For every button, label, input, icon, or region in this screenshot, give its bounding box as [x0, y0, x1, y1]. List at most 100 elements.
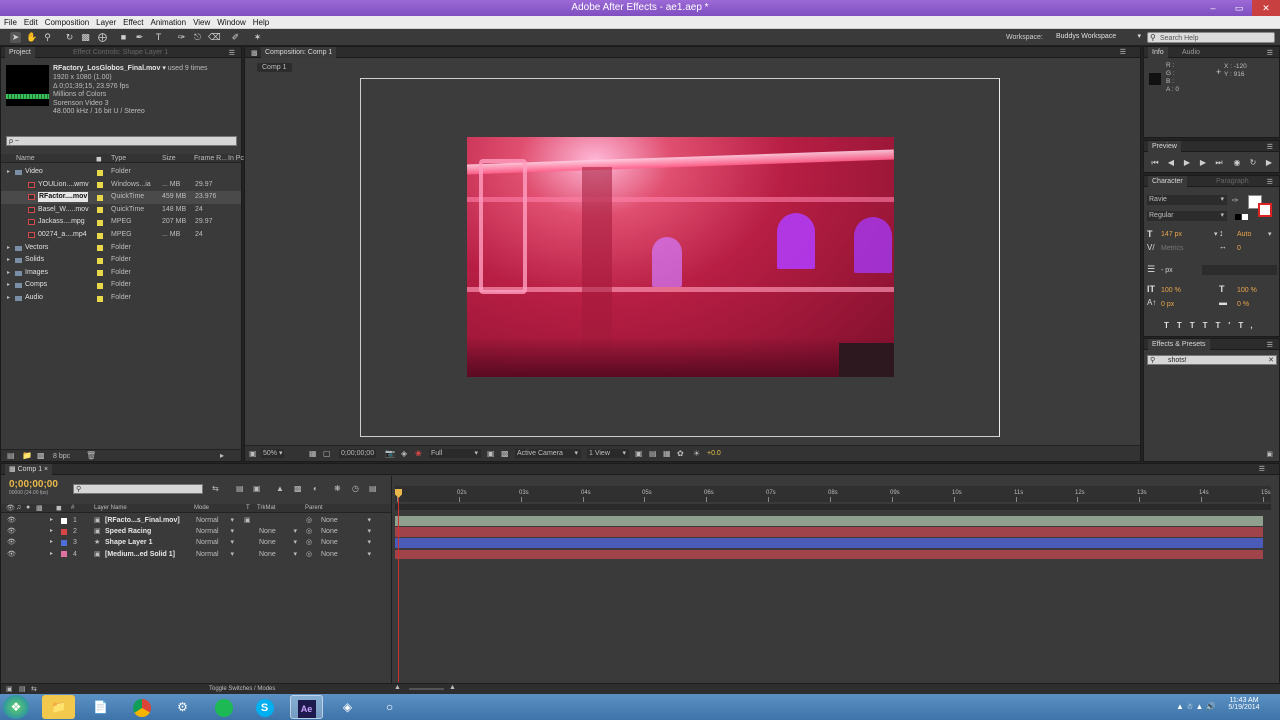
black-swatch[interactable] [1235, 214, 1241, 220]
font-family-dropdown[interactable]: Ravie ▾ [1147, 195, 1227, 205]
tab-info[interactable]: Info [1148, 47, 1168, 58]
audio-switch-icon[interactable]: ♫ [16, 504, 21, 511]
eyedropper-icon[interactable]: ✑ [1232, 196, 1239, 205]
rectangle-tool-icon[interactable]: ■ [118, 32, 129, 43]
draft-3d-icon[interactable]: ▣ [253, 484, 261, 493]
type-tool-icon[interactable]: T [153, 32, 164, 43]
clock[interactable]: 11:43 AM 5/19/2014 [1224, 697, 1264, 711]
col-in-point[interactable]: In Pc [228, 154, 244, 163]
snapshot-icon[interactable]: 📷 [385, 449, 395, 458]
clear-search-icon[interactable]: ✕ [1268, 356, 1274, 365]
project-item[interactable]: ▸ Solids Folder [1, 254, 241, 267]
close-button[interactable]: ✕ [1252, 0, 1280, 16]
trkmat-dropdown[interactable]: None ▾ [259, 526, 299, 537]
font-size-value[interactable]: 147 px [1161, 230, 1182, 239]
disclosure-triangle-icon[interactable]: ▸ [7, 254, 10, 267]
steam-icon[interactable]: ⚙ [166, 695, 199, 719]
blend-mode-dropdown[interactable]: Normal ▾ [196, 515, 236, 526]
rotation-tool-icon[interactable]: ↻ [64, 32, 75, 43]
expand-layer-icon[interactable]: ▸ [50, 526, 53, 537]
white-swatch[interactable] [1242, 214, 1248, 220]
pan-behind-tool-icon[interactable]: ⨁ [97, 32, 108, 43]
menu-layer[interactable]: Layer [92, 16, 119, 29]
font-style-dropdown[interactable]: Regular ▾ [1147, 211, 1227, 221]
parent-dropdown[interactable]: None ▾ [321, 537, 373, 548]
new-comp-icon[interactable]: ▩ [37, 451, 45, 460]
col-trkmat[interactable]: TrkMat [257, 504, 275, 513]
new-preset-icon[interactable]: ▣ [1266, 450, 1273, 458]
toggle-switches-modes[interactable]: Toggle Switches / Modes [209, 685, 275, 694]
new-folder-icon[interactable]: 📁 [22, 451, 32, 460]
project-search-input[interactable]: ρ ~ [6, 136, 237, 146]
tab-effect-controls[interactable]: Effect Controls: Shape Layer 1 [69, 47, 172, 58]
search-help-input[interactable]: ⚲ Search Help [1147, 32, 1275, 43]
label-color-swatch[interactable] [97, 232, 103, 239]
video-switch-icon[interactable]: 👁 [6, 504, 15, 512]
disclosure-triangle-icon[interactable]: ▸ [7, 166, 10, 179]
tab-project[interactable]: Project [5, 47, 35, 58]
panel-menu-icon[interactable]: ☰ [1267, 178, 1273, 186]
camera-tool-icon[interactable]: ▩ [80, 32, 91, 43]
roto-brush-tool-icon[interactable]: ✐ [230, 32, 241, 43]
trkmat-dropdown[interactable]: None ▾ [259, 549, 299, 560]
parent-dropdown[interactable]: None ▾ [321, 526, 373, 537]
layer-row[interactable]: 👁 ▸ 4 ▣ [Medium...ed Solid 1] Normal ▾ None ▾ ◎ No… [1, 549, 391, 560]
label-color-swatch[interactable] [97, 194, 103, 201]
panel-menu-icon[interactable]: ☰ [1267, 49, 1273, 57]
hide-shy-layers-icon[interactable]: ▲ [276, 484, 284, 493]
col-t[interactable]: T [246, 504, 250, 513]
menu-animation[interactable]: Animation [146, 16, 189, 29]
disclosure-triangle-icon[interactable]: ▸ [7, 292, 10, 305]
stroke-width-value[interactable]: - px [1161, 266, 1173, 275]
project-item[interactable]: Jackass....mpg MPEG 207 MB 29.97 [1, 216, 241, 229]
parent-pickwhip-icon[interactable]: ◎ [306, 549, 312, 560]
scroll-right-icon[interactable]: ▸ [220, 451, 224, 460]
panel-menu-icon[interactable]: ☰ [1267, 341, 1273, 349]
layer-label-swatch[interactable] [61, 517, 67, 524]
eye-icon[interactable]: 👁 [7, 526, 16, 537]
stroke-option-dropdown[interactable] [1202, 265, 1277, 275]
puppet-tool-icon[interactable]: ✶ [252, 32, 263, 43]
toggle-pixel-aspect-icon[interactable]: ▣ [635, 449, 643, 458]
clone-stamp-tool-icon[interactable]: ⎋ [192, 32, 203, 43]
parent-pickwhip-icon[interactable]: ◎ [306, 515, 312, 526]
tab-audio[interactable]: Audio [1178, 47, 1204, 58]
menu-view[interactable]: View [189, 16, 213, 29]
frame-blending-icon[interactable]: ▩ [294, 484, 302, 493]
hand-tool-icon[interactable]: ✋ [26, 32, 37, 43]
fast-previews-icon[interactable]: ▤ [649, 449, 657, 458]
timeline-timecode[interactable]: 0;00;00;00 [9, 479, 58, 490]
tab-preview[interactable]: Preview [1148, 141, 1181, 152]
col-parent[interactable]: Parent [305, 504, 323, 513]
menu-effect[interactable]: Effect [119, 16, 146, 29]
layer-name[interactable]: [Medium...ed Solid 1] [105, 549, 175, 560]
lock-icon[interactable]: ▩ [251, 49, 258, 57]
col-mode[interactable]: Mode [194, 504, 209, 513]
close-tab-icon[interactable]: × [44, 466, 48, 473]
parent-pickwhip-icon[interactable]: ◎ [306, 526, 312, 537]
tsume-value[interactable]: 0 % [1237, 300, 1249, 309]
exposure-icon[interactable]: ☀ [693, 449, 700, 458]
col-size[interactable]: Size [162, 154, 176, 163]
panel-menu-icon[interactable]: ☰ [1120, 48, 1126, 56]
workspace-dropdown[interactable]: Buddys Workspace ▾ [1054, 31, 1144, 43]
project-item[interactable]: ▸ Comps Folder [1, 279, 241, 292]
solo-icon[interactable]: ● [26, 504, 30, 511]
label-color-swatch[interactable] [97, 295, 103, 302]
layer-name[interactable]: [RFacto...s_Final.mov] [105, 515, 180, 526]
minimize-button[interactable]: – [1200, 0, 1226, 16]
brush-tool-icon[interactable]: ✑ [176, 32, 187, 43]
start-button-icon[interactable]: ❖ [3, 695, 29, 719]
tab-effects-presets[interactable]: Effects & Presets [1148, 339, 1210, 350]
label-color-swatch[interactable] [97, 207, 103, 214]
view-layout-dropdown[interactable]: 1 View ▾ [587, 449, 629, 458]
bit-depth[interactable]: 8 bpc [53, 452, 70, 461]
blend-mode-dropdown[interactable]: Normal ▾ [196, 549, 236, 560]
panel-menu-icon[interactable]: ☰ [1267, 143, 1273, 151]
comp-breadcrumb[interactable]: Comp 1 [257, 63, 292, 72]
tab-composition[interactable]: Composition: Comp 1 [261, 47, 337, 58]
camera-view-dropdown[interactable]: Active Camera ▾ [515, 449, 581, 458]
comp-mini-flowchart-icon[interactable]: ⇆ [212, 484, 219, 493]
baseline-shift-value[interactable]: 0 px [1161, 300, 1174, 309]
app-icon[interactable]: ◈ [331, 695, 364, 719]
